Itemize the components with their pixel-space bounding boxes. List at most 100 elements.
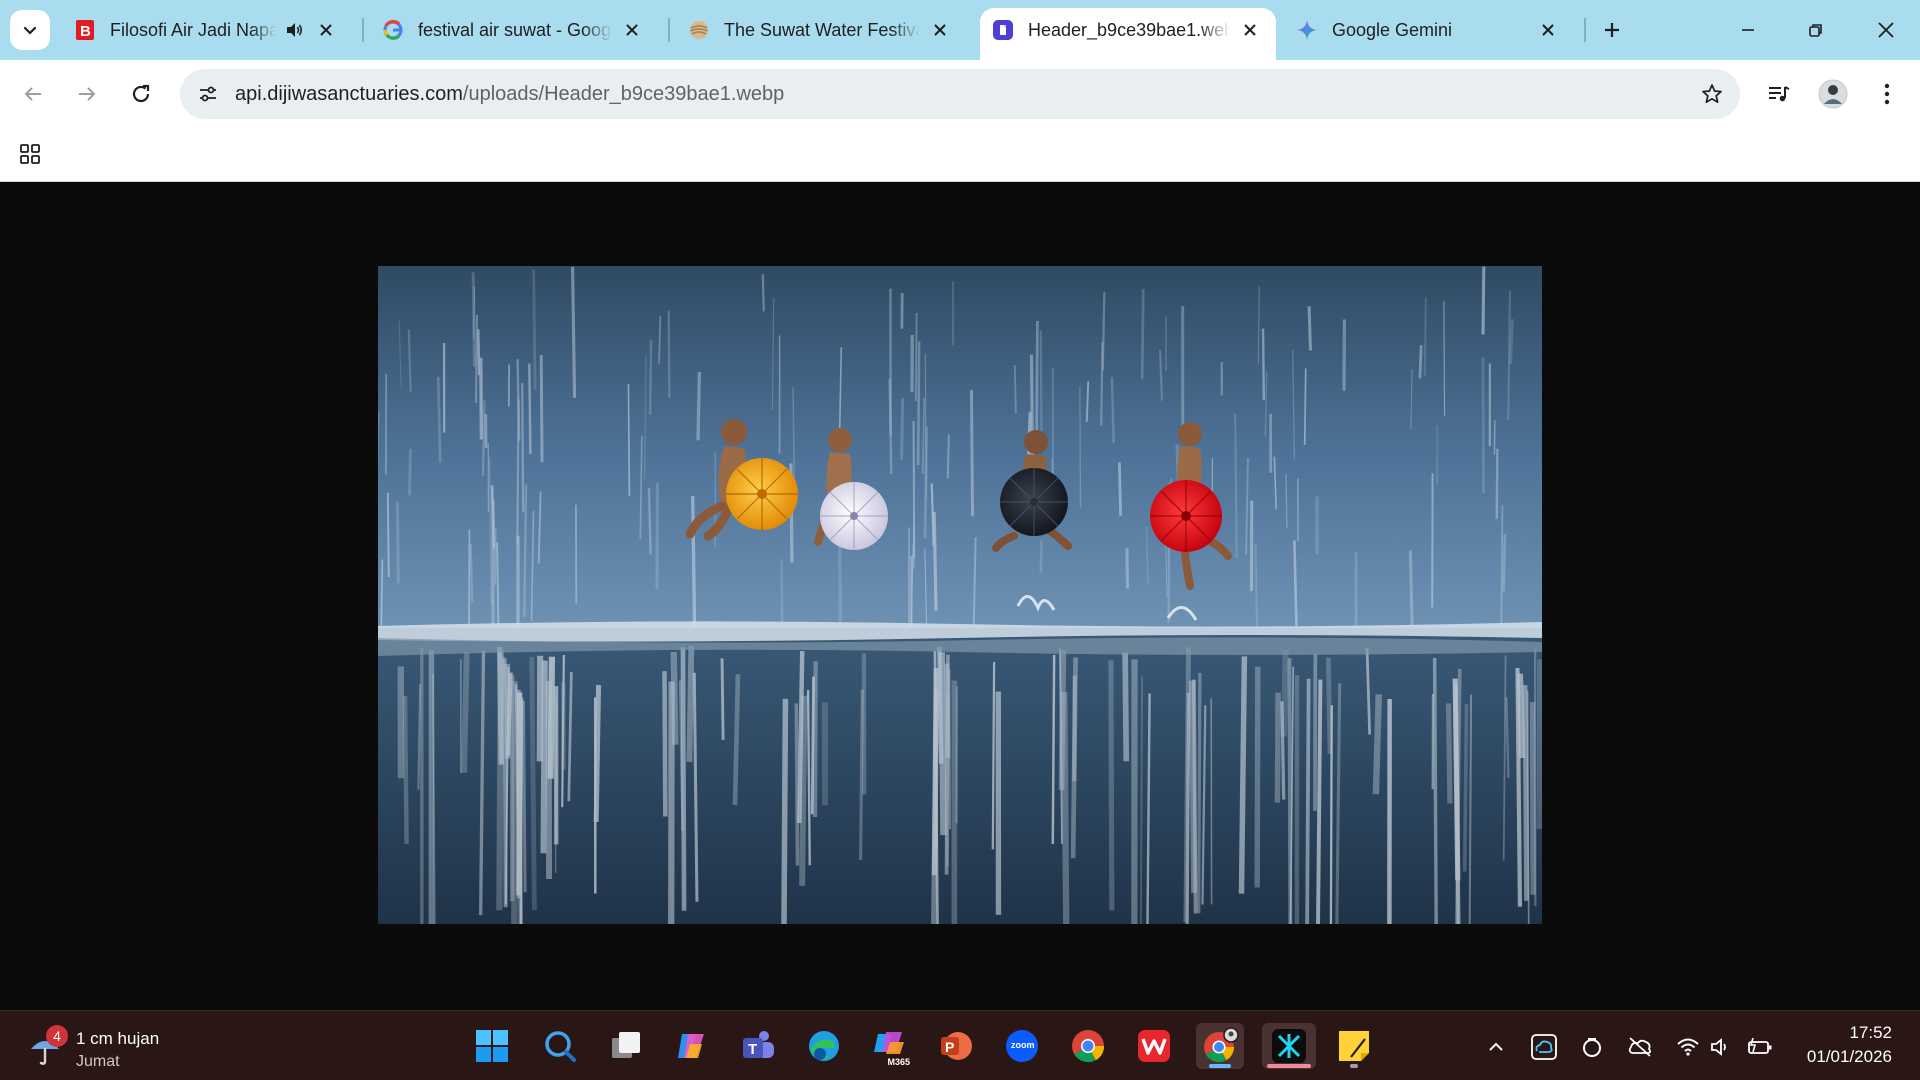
chrome-icon — [1072, 1030, 1105, 1063]
apps-button[interactable] — [16, 140, 44, 168]
tab-title: Filosofi Air Jadi Napas — [110, 19, 276, 40]
copilot-icon — [678, 1034, 704, 1058]
powerpoint-button[interactable]: P — [932, 1023, 980, 1069]
svg-text:P: P — [945, 1039, 954, 1055]
url-text: api.dijiwasanctuaries.com/uploads/Header… — [235, 83, 784, 106]
tab-suwat-festival[interactable]: The Suwat Water Festival — [676, 8, 966, 52]
running-indicator — [1350, 1064, 1358, 1068]
close-icon[interactable] — [1536, 18, 1560, 42]
profile-button[interactable] — [1816, 77, 1850, 111]
cloud-sync-icon — [1531, 1034, 1557, 1060]
media-control-button[interactable] — [1762, 77, 1796, 111]
capcut-button[interactable] — [1262, 1023, 1316, 1069]
tab-separator — [668, 18, 670, 42]
weather-condition: 1 cm hujan — [76, 1029, 160, 1048]
tab-title: The Suwat Water Festival — [724, 19, 920, 40]
weather-widget[interactable]: 4 1 cm hujan Jumat — [24, 1021, 244, 1071]
tab-gemini[interactable]: Google Gemini — [1284, 8, 1574, 52]
url-path: /uploads/Header_b9ce39bae1.webp — [462, 83, 785, 105]
powerpoint-icon: P — [941, 1032, 972, 1060]
wifi-tray[interactable] — [1672, 1031, 1704, 1063]
windows-taskbar: 4 1 cm hujan Jumat T M365 P zoom 17:52 0… — [0, 1010, 1920, 1080]
reload-button[interactable] — [124, 77, 158, 111]
tab-filosofi[interactable]: B Filosofi Air Jadi Napas — [62, 8, 352, 52]
focus-tray[interactable] — [1576, 1031, 1608, 1063]
volume-tray[interactable] — [1706, 1031, 1738, 1063]
speaker-icon[interactable] — [282, 18, 306, 42]
back-button[interactable] — [16, 77, 50, 111]
cloud-off-tray[interactable] — [1624, 1031, 1656, 1063]
forward-button[interactable] — [70, 77, 104, 111]
system-clock[interactable]: 17:52 01/01/2026 — [1807, 1021, 1892, 1069]
capcut-icon — [1272, 1029, 1306, 1063]
url-host: api.dijiwasanctuaries.com — [235, 83, 463, 105]
address-bar[interactable]: api.dijiwasanctuaries.com/uploads/Header… — [180, 69, 1740, 119]
waterfall-photo[interactable] — [378, 266, 1542, 924]
search-button[interactable] — [536, 1023, 584, 1069]
edge-icon — [809, 1031, 839, 1061]
waterfall-image — [378, 266, 1542, 924]
page-icon — [992, 19, 1014, 41]
browser-toolbar: api.dijiwasanctuaries.com/uploads/Header… — [0, 60, 1920, 128]
close-window-button[interactable] — [1870, 14, 1902, 46]
svg-text:T: T — [748, 1041, 757, 1058]
tab-strip: B Filosofi Air Jadi Napas festival air s… — [0, 0, 1920, 60]
tab-search-button[interactable] — [10, 10, 50, 50]
svg-text:B: B — [80, 23, 91, 40]
m365-label: M365 — [887, 1057, 910, 1067]
edge-button[interactable] — [800, 1023, 848, 1069]
arrow-right-icon — [79, 87, 96, 101]
teams-icon: T — [743, 1031, 774, 1058]
tab-separator — [1584, 18, 1586, 42]
reload-icon — [132, 84, 150, 103]
close-icon[interactable] — [1238, 18, 1262, 42]
close-icon[interactable] — [928, 18, 952, 42]
restore-button[interactable] — [1800, 14, 1832, 46]
close-icon[interactable] — [314, 18, 338, 42]
avatar — [1818, 79, 1848, 109]
plus-icon — [1605, 23, 1619, 37]
chrome-profile-button[interactable] — [1196, 1023, 1244, 1069]
minimize-icon — [1742, 29, 1754, 31]
battery-charging-icon — [1748, 1037, 1772, 1054]
task-view-icon — [612, 1032, 640, 1058]
clock-date: 01/01/2026 — [1806, 1047, 1892, 1066]
google-icon — [382, 19, 404, 41]
copilot-button[interactable] — [668, 1023, 716, 1069]
cloud-off-icon — [1628, 1037, 1652, 1057]
clock-time: 17:52 — [1849, 1023, 1892, 1042]
zoom-button[interactable]: zoom — [998, 1023, 1046, 1069]
bookmark-star-icon[interactable] — [1698, 80, 1726, 108]
zoom-label: zoom — [1011, 1040, 1035, 1050]
minimize-button[interactable] — [1732, 14, 1764, 46]
menu-button[interactable] — [1870, 77, 1904, 111]
new-tab-button[interactable] — [1598, 16, 1626, 44]
wps-button[interactable] — [1130, 1023, 1178, 1069]
circle-ring-icon — [1583, 1038, 1601, 1057]
show-hidden-icons-button[interactable] — [1480, 1031, 1512, 1063]
site-info-icon[interactable] — [194, 80, 222, 108]
windows-start-icon — [476, 1030, 508, 1062]
sticky-notes-button[interactable] — [1330, 1023, 1378, 1069]
task-view-button[interactable] — [602, 1023, 650, 1069]
tab-header-webp[interactable]: Header_b9ce39bae1.webp — [980, 8, 1276, 60]
grid-icon — [20, 144, 40, 164]
battery-tray[interactable] — [1744, 1031, 1776, 1063]
gemini-icon — [1296, 19, 1318, 41]
running-indicator — [1267, 1064, 1311, 1068]
tab-google-search[interactable]: festival air suwat - Google — [370, 8, 658, 52]
tab-title: festival air suwat - Google — [418, 19, 612, 40]
wifi-icon — [1677, 1038, 1699, 1056]
m365-button[interactable]: M365 — [866, 1023, 914, 1069]
close-icon[interactable] — [620, 18, 644, 42]
tab-title: Header_b9ce39bae1.webp — [1028, 19, 1230, 40]
shell-icon — [688, 19, 710, 41]
restore-icon — [1809, 24, 1822, 37]
chrome-button[interactable] — [1064, 1023, 1112, 1069]
close-icon — [1878, 22, 1894, 38]
onedrive-tray[interactable] — [1528, 1031, 1560, 1063]
teams-button[interactable]: T — [734, 1023, 782, 1069]
chevron-up-icon — [1489, 1042, 1503, 1051]
chrome-profile-icon — [1204, 1027, 1239, 1063]
start-button[interactable] — [468, 1023, 516, 1069]
